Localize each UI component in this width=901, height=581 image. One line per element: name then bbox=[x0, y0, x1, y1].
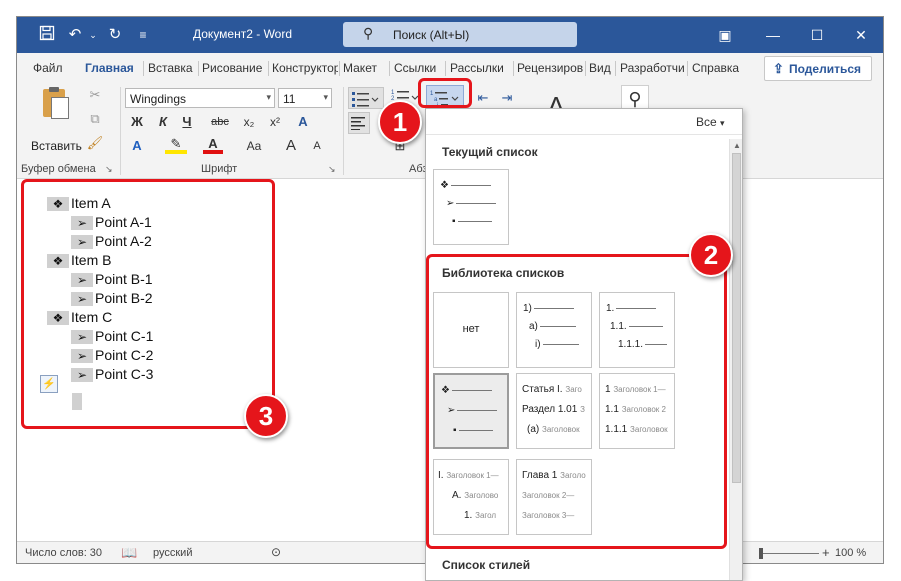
close-icon[interactable]: ✕ bbox=[841, 17, 881, 53]
font-group-label: Шрифт bbox=[201, 163, 238, 175]
text-effects-button[interactable]: A bbox=[127, 136, 147, 156]
tab-developer[interactable]: Разработчик bbox=[620, 61, 684, 75]
cut-icon[interactable]: ✂ bbox=[85, 85, 105, 105]
bold-button[interactable]: Ж bbox=[127, 112, 147, 132]
zoom-slider-thumb[interactable] bbox=[759, 548, 763, 559]
undo-dropdown-icon[interactable]: ⌄ bbox=[83, 25, 103, 45]
scroll-up-icon: ▲ bbox=[733, 141, 741, 150]
share-icon: ⇪ bbox=[773, 61, 784, 76]
annotation-box-library bbox=[426, 254, 727, 549]
decrease-indent-icon[interactable]: ⇤ bbox=[473, 88, 493, 108]
tab-design[interactable]: Конструктор bbox=[272, 61, 338, 75]
tab-draw[interactable]: Рисование bbox=[202, 61, 266, 75]
title-bar: ↶ ⌄ ↻ ≡ Документ2 - Word ⚲ Поиск (Alt+Ы)… bbox=[17, 17, 883, 53]
chevron-down-icon: ▾ bbox=[720, 118, 725, 128]
clipboard-group-label: Буфер обмена bbox=[21, 163, 96, 175]
tab-mailings[interactable]: Рассылки bbox=[450, 61, 504, 75]
ribbon-display-icon[interactable]: ▣ bbox=[705, 17, 745, 53]
zoom-slider[interactable] bbox=[759, 553, 819, 554]
annotation-badge-3: 3 bbox=[244, 394, 288, 438]
copy-icon[interactable]: ⧉ bbox=[85, 109, 105, 129]
search-placeholder: Поиск (Alt+Ы) bbox=[393, 28, 470, 42]
annotation-badge-1: 1 bbox=[378, 100, 422, 144]
increase-indent-icon[interactable]: ⇥ bbox=[497, 88, 517, 108]
tab-review[interactable]: Рецензирование bbox=[517, 61, 583, 75]
word-count[interactable]: Число слов: 30 bbox=[25, 547, 102, 559]
align-left-button[interactable] bbox=[348, 112, 370, 134]
proofing-icon[interactable]: 📖 bbox=[121, 545, 137, 561]
styles-header: Список стилей bbox=[442, 558, 531, 572]
annotation-box-document bbox=[21, 179, 275, 429]
font-color-button[interactable]: A bbox=[203, 136, 223, 154]
font-size-combo[interactable]: 11 ▾ bbox=[278, 88, 332, 108]
share-button[interactable]: ⇪ Поделиться bbox=[764, 56, 872, 81]
bullets-icon bbox=[352, 92, 379, 107]
font-name-combo[interactable]: Wingdings ▾ bbox=[125, 88, 275, 108]
save-icon[interactable] bbox=[37, 25, 57, 45]
search-icon: ⚲ bbox=[363, 25, 374, 41]
superscript-button[interactable]: x² bbox=[265, 112, 285, 132]
clipboard-launcher-icon[interactable]: ↘ bbox=[105, 164, 113, 175]
gallery-filter[interactable]: Все ▾ bbox=[426, 109, 742, 135]
search-box[interactable]: ⚲ Поиск (Alt+Ы) bbox=[343, 22, 577, 47]
current-list-tile[interactable]: ❖ ➢ ▪ bbox=[433, 169, 509, 245]
document-title: Документ2 - Word bbox=[193, 27, 293, 41]
chevron-down-icon: ▾ bbox=[266, 92, 271, 102]
minimize-icon[interactable]: — bbox=[753, 17, 793, 53]
italic-button[interactable]: К bbox=[153, 112, 173, 132]
redo-icon[interactable]: ↻ bbox=[105, 25, 125, 45]
accessibility-icon[interactable]: ⊙ bbox=[271, 545, 281, 559]
change-case-button[interactable]: Aa bbox=[241, 136, 267, 156]
tab-help[interactable]: Справка bbox=[692, 61, 739, 75]
grow-font-button[interactable]: A bbox=[281, 136, 301, 156]
shrink-font-button[interactable]: A bbox=[307, 136, 327, 156]
format-painter-icon[interactable]: 🖌 bbox=[85, 133, 105, 153]
subscript-button[interactable]: x₂ bbox=[239, 112, 259, 132]
tab-layout[interactable]: Макет bbox=[343, 61, 377, 75]
bullets-button[interactable] bbox=[348, 87, 384, 109]
text-effects-icon[interactable]: A bbox=[293, 112, 313, 132]
tab-insert[interactable]: Вставка bbox=[148, 61, 196, 75]
tab-references[interactable]: Ссылки bbox=[394, 61, 436, 75]
tab-view[interactable]: Вид bbox=[589, 61, 611, 75]
paste-label: Вставить bbox=[31, 139, 82, 153]
zoom-in-icon[interactable]: + bbox=[822, 545, 830, 560]
strikethrough-button[interactable]: abc bbox=[207, 112, 233, 132]
tab-home[interactable]: Главная bbox=[85, 61, 134, 75]
current-list-header: Текущий список bbox=[442, 145, 538, 159]
annotation-badge-2: 2 bbox=[689, 233, 733, 277]
undo-icon[interactable]: ↶ bbox=[65, 25, 85, 45]
highlight-icon[interactable]: ✎ bbox=[165, 136, 187, 154]
zoom-level[interactable]: 100 % bbox=[835, 547, 866, 559]
align-left-icon bbox=[351, 117, 365, 130]
annotation-box-multilevel-button bbox=[418, 78, 472, 108]
tab-file[interactable]: Файл bbox=[33, 61, 63, 75]
paste-button[interactable] bbox=[39, 87, 75, 121]
font-launcher-icon[interactable]: ↘ bbox=[328, 164, 336, 175]
gallery-scrollbar[interactable]: ▲ bbox=[729, 139, 742, 580]
maximize-icon[interactable]: ☐ bbox=[797, 17, 837, 53]
customize-qat-icon[interactable]: ≡ bbox=[133, 25, 153, 45]
language-label[interactable]: русский bbox=[153, 547, 192, 559]
chevron-down-icon: ▾ bbox=[323, 92, 328, 102]
underline-button[interactable]: Ч bbox=[177, 112, 197, 132]
